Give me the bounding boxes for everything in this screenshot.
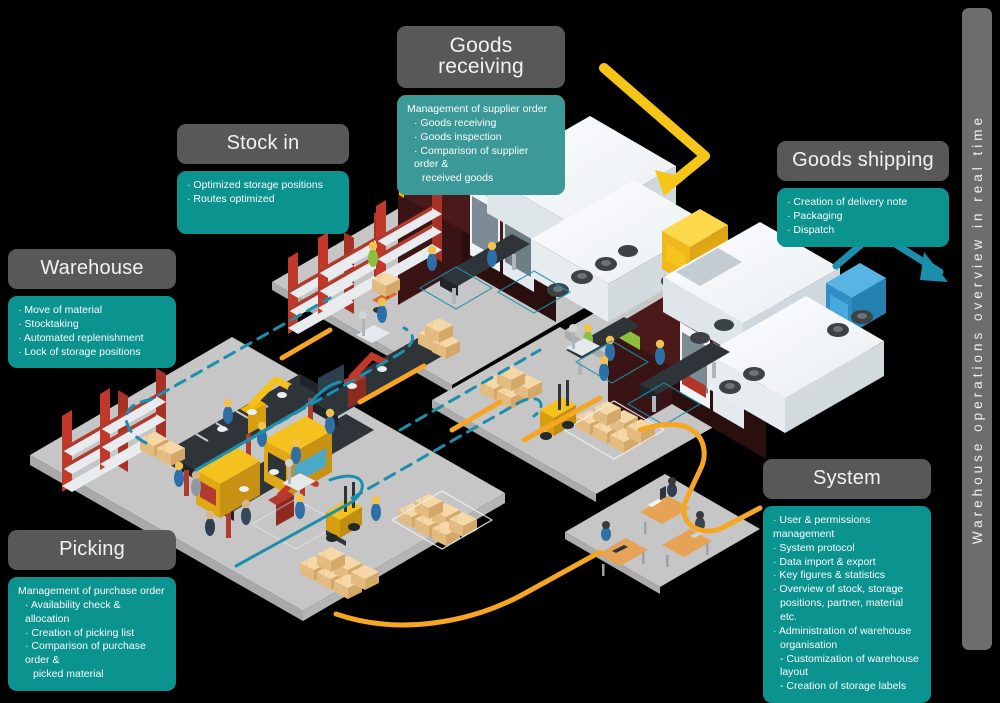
callout-goods-shipping-body: · Creation of delivery note · Packaging … [777, 188, 949, 247]
list-item: · Creation of picking list [25, 626, 135, 639]
list-item: · Comparison of purchase order & [25, 640, 149, 667]
list-item: · Administration of warehouse [773, 624, 912, 637]
list-item: · Goods receiving [414, 116, 497, 129]
callout-stock-in: Stock in · Optimized storage positions ·… [177, 124, 349, 234]
callout-goods-receiving: Goods receiving Management of supplier o… [397, 26, 565, 196]
list-item: · Comparison of supplier order & [414, 144, 532, 171]
callout-system-title: System [763, 459, 931, 499]
diagram-canvas: Goods receiving Management of supplier o… [0, 0, 1000, 703]
list-item: · Creation of delivery note [787, 196, 908, 208]
list-item: · Overview of stock, storage [773, 583, 904, 596]
list-item: · Automated replenishment [18, 331, 144, 344]
callout-system: System · User & permissions management ·… [763, 459, 931, 703]
list-item: - Customization of warehouse layout [780, 652, 922, 679]
list-item: organisation [780, 638, 838, 651]
list-item: · Move of material [18, 304, 103, 316]
list-item: · Data import & export [773, 555, 876, 568]
callout-goods-shipping-title: Goods shipping [777, 141, 949, 181]
list-item: · Availability check & allocation [25, 598, 124, 625]
vertical-banner-text: Warehouse operations overview in real ti… [969, 113, 985, 545]
list-item: · System protocol [773, 541, 855, 554]
callout-stock-in-body: · Optimized storage positions · Routes o… [177, 171, 349, 234]
list-item: · Packaging [787, 209, 843, 222]
list-item: · Optimized storage positions [187, 179, 323, 191]
list-item: · Goods inspection [414, 130, 502, 143]
list-item: Management of purchase order [18, 585, 165, 597]
list-item: · User & permissions management [773, 514, 874, 540]
list-item: · Lock of storage positions [18, 345, 141, 358]
list-item: · Key figures & statistics [773, 569, 886, 582]
callout-warehouse-title: Warehouse [8, 249, 176, 289]
callout-picking: Picking Management of purchase order · A… [8, 530, 176, 692]
callout-goods-receiving-body: Management of supplier order · Goods rec… [397, 95, 565, 196]
list-item: received goods [422, 172, 494, 185]
callout-goods-shipping: Goods shipping · Creation of delivery no… [777, 141, 949, 247]
office-worker [601, 521, 611, 541]
callout-picking-body: Management of purchase order · Availabil… [8, 577, 176, 692]
callout-picking-title: Picking [8, 530, 176, 570]
list-item: picked material [33, 668, 104, 681]
vertical-banner: Warehouse operations overview in real ti… [962, 8, 992, 650]
list-item: positions, partner, material etc. [780, 597, 907, 624]
callout-system-body: · User & permissions management · System… [763, 506, 931, 703]
list-item: · Stocktaking [18, 317, 79, 330]
callout-stock-in-title: Stock in [177, 124, 349, 164]
callout-warehouse-body: · Move of material · Stocktaking · Autom… [8, 296, 176, 369]
callout-goods-receiving-title: Goods receiving [397, 26, 565, 88]
list-item: Management of supplier order [407, 103, 548, 115]
list-item: · Dispatch [787, 223, 835, 236]
list-item: - Creation of storage labels [780, 680, 907, 693]
office-worker [667, 477, 677, 497]
callout-warehouse: Warehouse · Move of material · Stocktaki… [8, 249, 176, 369]
list-item: · Routes optimized [187, 192, 275, 205]
